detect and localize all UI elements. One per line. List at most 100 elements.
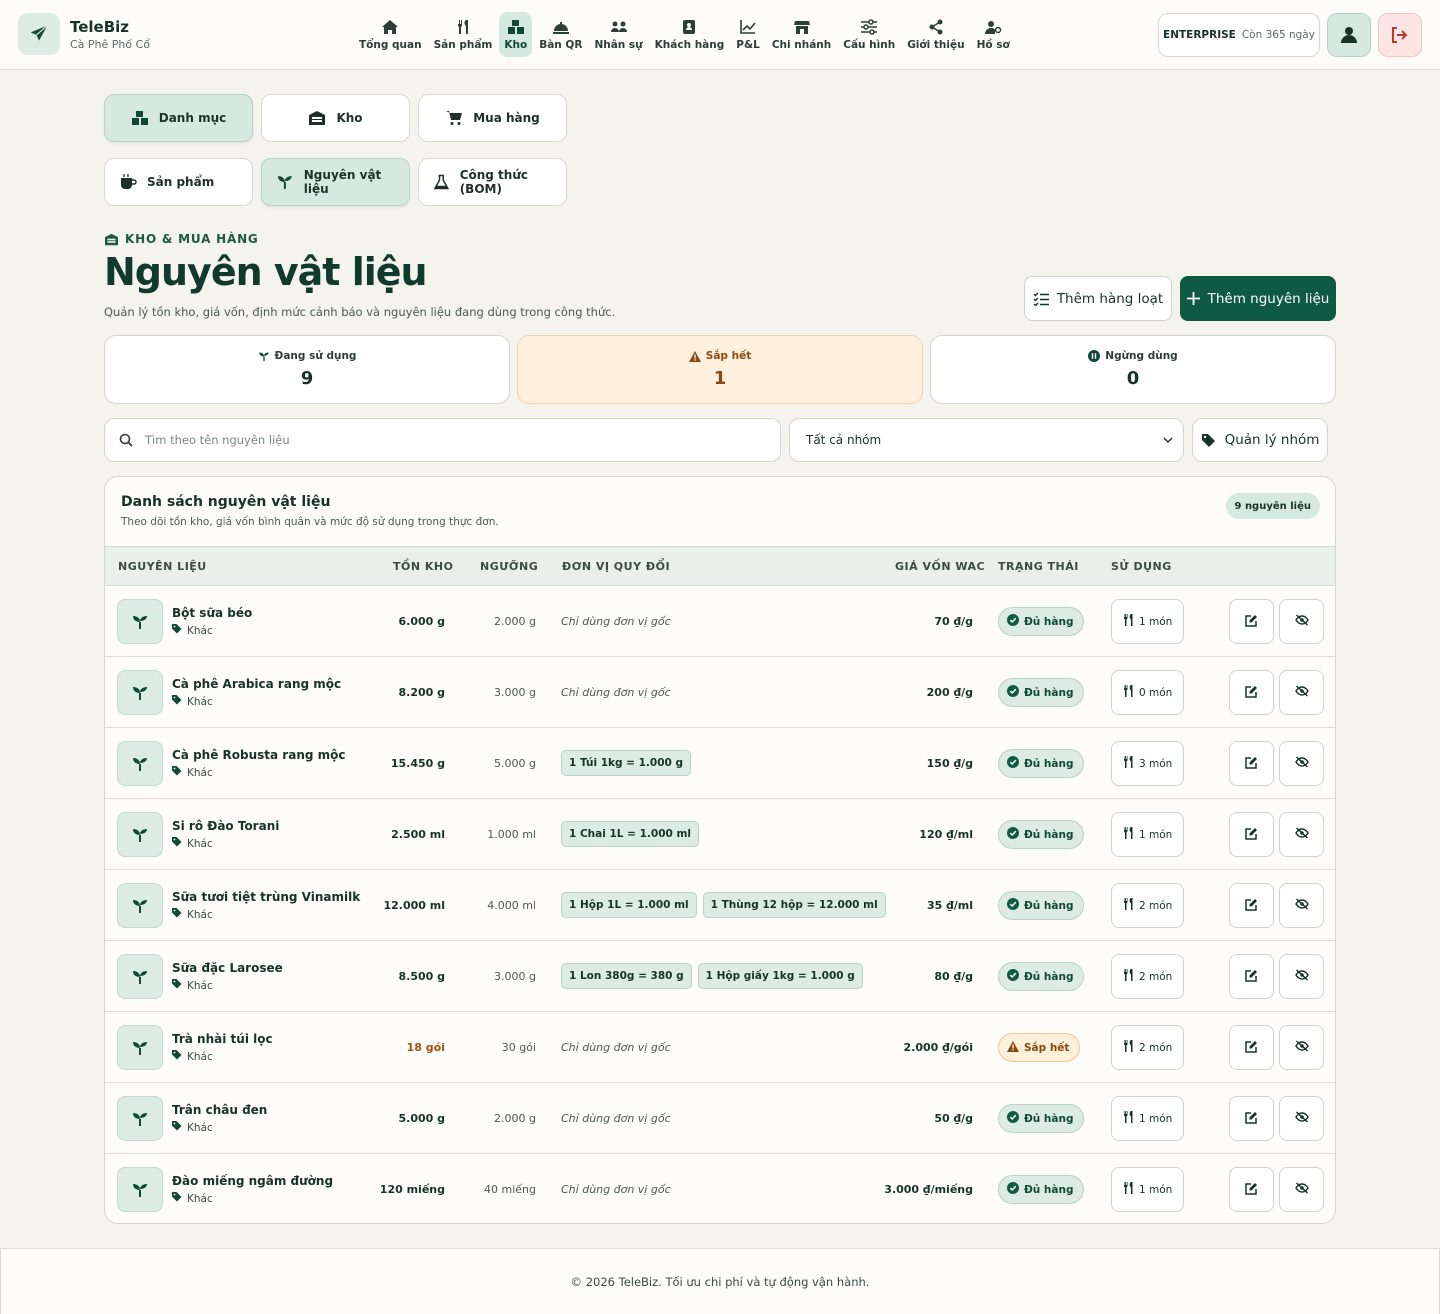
edit-button[interactable] <box>1229 954 1274 999</box>
conversion-none: Chỉ dùng đơn vị gốc <box>561 686 671 699</box>
nav-item-pnl[interactable]: P&L <box>731 12 765 57</box>
tab-materials[interactable]: Nguyên vật liệu <box>261 158 410 206</box>
hide-button[interactable] <box>1279 954 1324 999</box>
nav-item-settings[interactable]: Cấu hình <box>838 12 900 57</box>
logout-icon <box>1392 27 1408 43</box>
check-circle-icon <box>1007 756 1019 771</box>
hide-button[interactable] <box>1279 883 1324 928</box>
threshold-value: 5.000 g <box>494 757 536 770</box>
usage-label: 1 món <box>1139 828 1173 841</box>
utensils-icon <box>1123 898 1134 913</box>
tab-purchasing[interactable]: Mua hàng <box>418 94 567 142</box>
tab-products[interactable]: Sản phẩm <box>104 158 253 206</box>
logout-button[interactable] <box>1378 13 1422 57</box>
cost-value: 120 ₫/ml <box>919 828 973 841</box>
hide-button[interactable] <box>1279 599 1324 644</box>
hide-button[interactable] <box>1279 812 1324 857</box>
utensils-icon <box>1123 1182 1134 1197</box>
group-label: Khác <box>187 1121 213 1134</box>
brand-name: TeleBiz <box>70 17 130 36</box>
nav-item-overview[interactable]: Tổng quan <box>354 12 427 57</box>
stat-value: 9 <box>300 368 314 389</box>
threshold-value: 1.000 ml <box>487 828 536 841</box>
main-nav: Tổng quan Sản phẩm Kho Bàn QR Nhân sự Kh… <box>354 12 1015 57</box>
hide-button[interactable] <box>1279 1096 1324 1141</box>
threshold-value: 4.000 ml <box>487 899 536 912</box>
nav-item-staff[interactable]: Nhân sự <box>589 12 647 57</box>
conversion-chip: 1 Hộp giấy 1kg = 1.000 g <box>697 963 863 989</box>
page-title: Nguyên vật liệu <box>104 250 428 294</box>
edit-button[interactable] <box>1229 883 1274 928</box>
nav-item-qr-tables[interactable]: Bàn QR <box>534 12 587 57</box>
plan-days-left: Còn 365 ngày <box>1241 29 1315 41</box>
check-circle-icon <box>1007 969 1019 984</box>
edit-button[interactable] <box>1229 1096 1274 1141</box>
stock-value: 15.450 g <box>390 757 445 770</box>
hide-button[interactable] <box>1279 670 1324 715</box>
usage-button[interactable]: 1 món <box>1111 1096 1185 1141</box>
status-label: Sắp hết <box>1024 1041 1070 1054</box>
eye-off-icon <box>1294 1182 1309 1197</box>
seedling-icon <box>117 954 163 999</box>
warehouse-icon <box>105 233 118 245</box>
cost-value: 150 ₫/g <box>926 757 973 770</box>
usage-button[interactable]: 1 món <box>1111 812 1185 857</box>
utensils-icon <box>457 19 468 34</box>
store-name: Cà Phê Phố Cổ <box>70 37 151 51</box>
material-name: Sữa đặc Larosee <box>172 961 283 975</box>
check-circle-icon <box>1007 685 1019 700</box>
usage-button[interactable]: 1 món <box>1111 1167 1185 1212</box>
search-input[interactable]: Tìm theo tên nguyên liệu <box>104 418 781 462</box>
bulk-add-button[interactable]: Thêm hàng loạt <box>1024 276 1172 321</box>
material-name: Cà phê Arabica rang mộc <box>172 677 342 691</box>
list-check-icon <box>1033 292 1049 306</box>
edit-button[interactable] <box>1229 1167 1274 1212</box>
conversion-chip: 1 Chai 1L = 1.000 ml <box>561 821 699 847</box>
stock-value: 5.000 g <box>398 1112 446 1125</box>
tab-catalog[interactable]: Danh mục <box>104 94 253 142</box>
tab-bom[interactable]: Công thức (BOM) <box>418 158 567 206</box>
nav-item-inventory[interactable]: Kho <box>499 12 533 57</box>
account-button[interactable] <box>1327 13 1371 57</box>
chevron-down-icon <box>1163 437 1173 443</box>
edit-button[interactable] <box>1229 741 1274 786</box>
brand[interactable]: TeleBiz Cà Phê Phố Cổ <box>18 13 150 55</box>
edit-button[interactable] <box>1229 670 1274 715</box>
status-label: Đủ hàng <box>1024 686 1074 699</box>
add-material-button[interactable]: Thêm nguyên liệu <box>1180 276 1336 321</box>
eyebrow-text: KHO & MUA HÀNG <box>125 232 259 246</box>
conversion-chip: 1 Hộp 1L = 1.000 ml <box>561 892 697 918</box>
manage-groups-button[interactable]: Quản lý nhóm <box>1192 418 1328 462</box>
usage-button[interactable]: 2 món <box>1111 883 1185 928</box>
usage-button[interactable]: 0 món <box>1111 670 1185 715</box>
nav-item-referral[interactable]: Giới thiệu <box>902 12 969 57</box>
nav-item-profile[interactable]: Hồ sơ <box>972 12 1015 57</box>
edit-button[interactable] <box>1229 812 1274 857</box>
material-group: Khác <box>172 624 213 637</box>
usage-button[interactable]: 3 món <box>1111 741 1185 786</box>
stock-value: 8.200 g <box>398 686 446 699</box>
status-badge: Đủ hàng <box>998 962 1085 991</box>
hide-button[interactable] <box>1279 741 1324 786</box>
usage-button[interactable]: 1 món <box>1111 599 1185 644</box>
usage-button[interactable]: 2 món <box>1111 1025 1185 1070</box>
hide-button[interactable] <box>1279 1167 1324 1212</box>
edit-button[interactable] <box>1229 1025 1274 1070</box>
tags-icon <box>1201 434 1215 447</box>
tag-icon <box>172 624 182 637</box>
group-label: Khác <box>187 837 213 850</box>
nav-item-customers[interactable]: Khách hàng <box>650 12 730 57</box>
group-select[interactable]: Tất cả nhóm <box>789 418 1184 462</box>
plan-badge[interactable]: ENTERPRISE Còn 365 ngày <box>1158 13 1320 57</box>
tab-label: Kho <box>336 111 363 125</box>
usage-button[interactable]: 2 món <box>1111 954 1185 999</box>
tab-warehouse[interactable]: Kho <box>261 94 410 142</box>
group-label: Khác <box>187 979 213 992</box>
nav-item-branches[interactable]: Chi nhánh <box>767 12 836 57</box>
hide-button[interactable] <box>1279 1025 1324 1070</box>
table-row: Trân châu đen Khác 5.000 g 2.000 g Chỉ dùng … <box>105 1083 1335 1154</box>
nav-item-products[interactable]: Sản phẩm <box>429 12 498 57</box>
section-tabs: Danh mục Kho Mua hàng <box>104 94 567 142</box>
edit-button[interactable] <box>1229 599 1274 644</box>
nav-label: Nhân sự <box>594 38 643 51</box>
